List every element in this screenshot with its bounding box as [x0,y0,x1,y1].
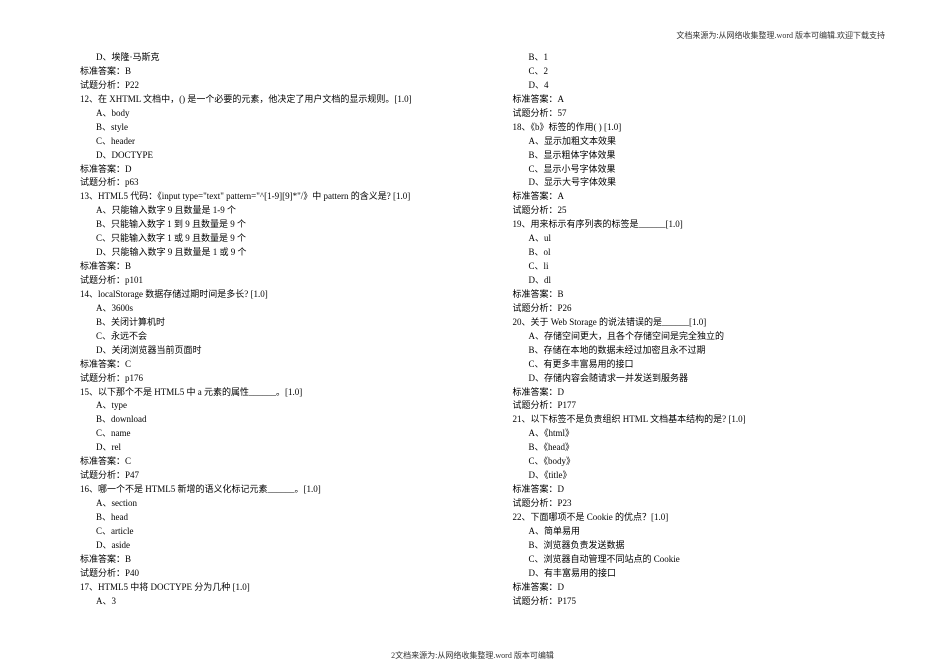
q20-option-c: C、有更多丰富易用的接口 [529,358,886,372]
q21-option-a: A、《html》 [529,427,886,441]
q18-option-c: C、显示小号字体效果 [529,163,886,177]
q15-answer: 标准答案：C [80,455,453,469]
q14-stem: 14、localStorage 数据存储过期时间是多长? [1.0] [80,288,453,302]
q11-analysis: 试题分析：P22 [80,79,453,93]
q14-analysis: 试题分析：p176 [80,372,453,386]
q12-option-c: C、header [96,135,453,149]
q14-answer: 标准答案：C [80,358,453,372]
column-left: D、埃隆·马斯克 标准答案：B 试题分析：P22 12、在 XHTML 文档中，… [60,51,453,609]
q13-option-d: D、只能输入数字 9 且数量是 1 或 9 个 [96,246,453,260]
q17-option-d: D、4 [529,79,886,93]
q20-answer: 标准答案：D [513,386,886,400]
q11-answer: 标准答案：B [80,65,453,79]
q20-stem: 20、关于 Web Storage 的说法错误的是______[1.0] [513,316,886,330]
q20-option-b: B、存储在本地的数据未经过加密且永不过期 [529,344,886,358]
q13-analysis: 试题分析：p101 [80,274,453,288]
q21-option-b: B、《head》 [529,441,886,455]
q21-analysis: 试题分析：P23 [513,497,886,511]
q13-stem: 13、HTML5 代码：《input type="text" pattern="… [80,190,453,204]
q12-stem: 12、在 XHTML 文档中，() 是一个必要的元素，他决定了用户文档的显示规则… [80,93,453,107]
page-header: 文档来源为:从网络收集整理.word 版本可编辑.欢迎下载支持 [60,30,885,41]
q18-option-b: B、显示粗体字体效果 [529,149,886,163]
q15-option-d: D、rel [96,441,453,455]
q14-option-b: B、关闭计算机时 [96,316,453,330]
q22-analysis: 试题分析：P175 [513,595,886,609]
q18-option-d: D、显示大号字体效果 [529,176,886,190]
q16-option-a: A、section [96,497,453,511]
q15-option-c: C、name [96,427,453,441]
q16-option-d: D、aside [96,539,453,553]
q17-analysis: 试题分析：57 [513,107,886,121]
q22-option-b: B、浏览器负责发送数据 [529,539,886,553]
q21-option-d: D、《title》 [529,469,886,483]
q19-stem: 19、用来标示有序列表的标签是______[1.0] [513,218,886,232]
document-page: 文档来源为:从网络收集整理.word 版本可编辑.欢迎下载支持 D、埃隆·马斯克… [0,0,945,669]
q17-answer: 标准答案：A [513,93,886,107]
column-right: B、1 C、2 D、4 标准答案：A 试题分析：57 18、《b》标签的作用( … [493,51,886,609]
q13-option-b: B、只能输入数字 1 到 9 且数量是 9 个 [96,218,453,232]
q16-stem: 16、哪一个不是 HTML5 新增的语义化标记元素______。[1.0] [80,483,453,497]
q15-option-b: B、download [96,413,453,427]
q17-option-a: A、3 [96,595,453,609]
q19-answer: 标准答案：B [513,288,886,302]
q11-option-d: D、埃隆·马斯克 [96,51,453,65]
q21-stem: 21、以下标签不是负责组织 HTML 文档基本结构的是? [1.0] [513,413,886,427]
q12-analysis: 试题分析：p63 [80,176,453,190]
q13-option-a: A、只能输入数字 9 且数量是 1-9 个 [96,204,453,218]
q13-option-c: C、只能输入数字 1 或 9 且数量是 9 个 [96,232,453,246]
q22-option-a: A、简单易用 [529,525,886,539]
q22-stem: 22、下面哪项不是 Cookie 的优点？[1.0] [513,511,886,525]
q18-answer: 标准答案：A [513,190,886,204]
q13-answer: 标准答案：B [80,260,453,274]
q12-option-b: B、style [96,121,453,135]
q20-option-d: D、存储内容会随请求一并发送到服务器 [529,372,886,386]
q16-option-b: B、head [96,511,453,525]
q12-option-a: A、body [96,107,453,121]
q17-option-b: B、1 [529,51,886,65]
q18-stem: 18、《b》标签的作用( ) [1.0] [513,121,886,135]
q15-option-a: A、type [96,399,453,413]
q17-stem: 17、HTML5 中将 DOCTYPE 分为几种 [1.0] [80,581,453,595]
page-footer: 2文档来源为:从网络收集整理.word 版本可编辑 [0,650,945,661]
q14-option-c: C、永远不会 [96,330,453,344]
q16-answer: 标准答案：B [80,553,453,567]
q22-option-d: D、有丰富易用的接口 [529,567,886,581]
q16-analysis: 试题分析：P40 [80,567,453,581]
q15-analysis: 试题分析：P47 [80,469,453,483]
q14-option-d: D、关闭浏览器当前页面时 [96,344,453,358]
q18-analysis: 试题分析：25 [513,204,886,218]
q16-option-c: C、article [96,525,453,539]
q19-option-b: B、ol [529,246,886,260]
q21-answer: 标准答案：D [513,483,886,497]
q12-option-d: D、DOCTYPE [96,149,453,163]
q15-stem: 15、以下那个不是 HTML5 中 a 元素的属性______。[1.0] [80,386,453,400]
q14-option-a: A、3600s [96,302,453,316]
q17-option-c: C、2 [529,65,886,79]
q21-option-c: C、《body》 [529,455,886,469]
q12-answer: 标准答案：D [80,163,453,177]
q19-option-c: C、li [529,260,886,274]
q22-answer: 标准答案：D [513,581,886,595]
q18-option-a: A、显示加粗文本效果 [529,135,886,149]
q19-option-a: A、ul [529,232,886,246]
q22-option-c: C、浏览器自动管理不同站点的 Cookie [529,553,886,567]
q20-analysis: 试题分析：P177 [513,399,886,413]
q19-option-d: D、dl [529,274,886,288]
content-columns: D、埃隆·马斯克 标准答案：B 试题分析：P22 12、在 XHTML 文档中，… [60,51,885,609]
q19-analysis: 试题分析：P26 [513,302,886,316]
q20-option-a: A、存储空间更大，且各个存储空间是完全独立的 [529,330,886,344]
